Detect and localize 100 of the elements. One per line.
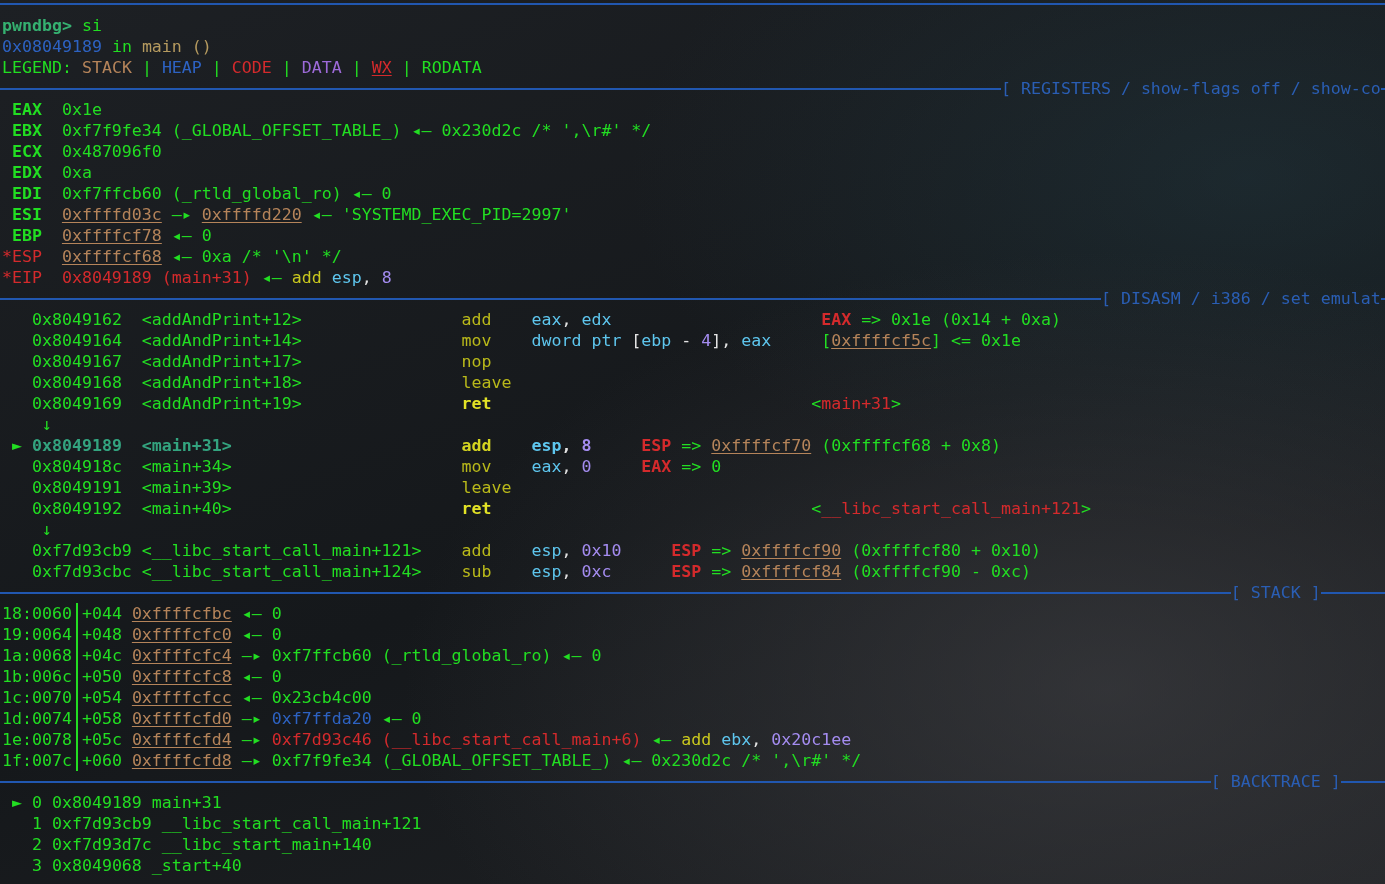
instruction-annotation: <__libc_start_call_main+121> — [811, 498, 1091, 519]
stack-slot-index: 1b:006c — [2, 666, 72, 687]
instruction-symbol: <main+34> — [141, 457, 232, 476]
frame-address: 0x8049068 — [51, 855, 142, 876]
register-name: EBP — [11, 225, 42, 246]
stack-offset: +048 — [81, 624, 122, 645]
register-name: *ESP — [2, 246, 42, 267]
stack-slot-index: 19:0064 — [2, 624, 72, 645]
instruction-mnemonic: mov — [461, 457, 492, 476]
stack-address: 0xffffcfcc — [131, 687, 232, 708]
stack-value: ◂— 0 — [241, 624, 282, 645]
instruction-mnemonic: ret — [461, 394, 492, 413]
stack-slot-index: 1e:0078 — [2, 729, 72, 750]
instruction-address: 0x8049191 — [31, 478, 122, 497]
instruction-address: 0x8049192 — [31, 499, 122, 518]
instruction-operands: esp, 8 — [531, 436, 592, 455]
stack-value: —▸ 0xf7ffcb60 (_rtld_global_ro) ◂— 0 — [241, 645, 602, 666]
instruction-symbol: <addAndPrint+14> — [141, 331, 302, 350]
stack-slot-index: 1c:0070 — [2, 687, 72, 708]
instruction-operands: esp, 0x10 — [531, 541, 622, 560]
instruction-address: 0x8049164 — [31, 331, 122, 350]
register-value: 0xffffcf78 ◂— 0 — [61, 225, 212, 246]
instruction-address: 0x8049167 — [31, 352, 122, 371]
instruction-address: 0x8049189 — [31, 436, 122, 455]
instruction-operands: eax, 0 — [531, 457, 592, 476]
register-name: EAX — [11, 99, 42, 120]
instruction-symbol: <addAndPrint+18> — [141, 373, 302, 392]
stack-slot-index: 1d:0074 — [2, 708, 72, 729]
stack-value: —▸ 0xf7ffda20 ◂— 0 — [241, 708, 422, 729]
branch-arrow: ↓ — [41, 519, 52, 540]
instruction-address: 0xf7d93cb9 — [31, 541, 132, 560]
instruction-annotation: <main+31> — [811, 393, 902, 414]
register-value: 0x1e — [61, 99, 102, 120]
instruction-annotation: ESP => 0xffffcf84 (0xffffcf90 - 0xc) — [671, 561, 1031, 582]
section-title: [ STACK ] — [1230, 582, 1321, 603]
register-value: 0xa — [61, 162, 92, 183]
register-name: ECX — [11, 141, 42, 162]
instruction-symbol: <__libc_start_call_main+121> — [141, 541, 422, 560]
instruction-annotation: EAX => 0x1e (0x14 + 0xa) — [821, 309, 1061, 330]
frame-address: 0x8049189 — [51, 792, 142, 813]
frame-number: 2 — [31, 834, 42, 855]
instruction-mnemonic: add — [461, 310, 492, 329]
stack-address: 0xffffcfd0 — [131, 708, 232, 729]
instruction-symbol: <main+39> — [141, 478, 232, 497]
instruction-address: 0x8049162 — [31, 310, 122, 329]
frame-symbol: __libc_start_main+140 — [161, 834, 372, 855]
stack-offset: +044 — [81, 603, 122, 624]
stack-value: ◂— 0 — [241, 603, 282, 624]
stack-offset: +060 — [81, 750, 122, 771]
instruction-symbol: <addAndPrint+12> — [141, 310, 302, 329]
instruction-annotation: [0xffffcf5c] <= 0x1e — [821, 330, 1021, 351]
stack-offset: +050 — [81, 666, 122, 687]
current-marker: ► — [12, 436, 22, 455]
stop-location-text: 0x08049189 in main () — [2, 36, 212, 57]
instruction-address: 0x8049169 — [31, 394, 122, 413]
instruction-symbol: <main+31> — [141, 436, 232, 455]
stack-address: 0xffffcfd4 — [131, 729, 232, 750]
stack-address: 0xffffcfd8 — [131, 750, 232, 771]
instruction-mnemonic: leave — [461, 478, 512, 497]
stack-value: —▸ 0xf7d93c46 (__libc_start_call_main+6) ◂— add ebx, 0x20c1ee — [241, 729, 852, 750]
frame-marker: ► — [12, 793, 22, 812]
frame-number: 0 — [31, 792, 42, 813]
stack-slot-index: 18:0060 — [2, 603, 72, 624]
frame-symbol: __libc_start_call_main+121 — [161, 813, 422, 834]
stack-value: ◂— 0x23cb4c00 — [241, 687, 372, 708]
instruction-symbol: <addAndPrint+19> — [141, 394, 302, 413]
section-title: [ REGISTERS / show-flags off / show-co — [1001, 78, 1381, 99]
stack-address: 0xffffcfc0 — [131, 624, 232, 645]
instruction-operands: dword ptr [ebp - 4], eax — [531, 331, 772, 350]
stack-slot-index: 1f:007c — [2, 750, 72, 771]
instruction-symbol: <addAndPrint+17> — [141, 352, 302, 371]
instruction-annotation: ESP => 0xffffcf70 (0xffffcf68 + 0x8) — [641, 435, 1002, 456]
instruction-mnemonic: nop — [461, 352, 492, 371]
stack-value: ◂— 0 — [241, 666, 282, 687]
instruction-symbol: <main+40> — [141, 499, 232, 518]
stack-offset: +058 — [81, 708, 122, 729]
register-name: ESI — [11, 204, 42, 225]
instruction-address: 0x8049168 — [31, 373, 122, 392]
frame-number: 3 — [31, 855, 42, 876]
stack-offset: +04c — [81, 645, 122, 666]
instruction-mnemonic: add — [461, 436, 492, 455]
instruction-address: 0xf7d93cbc — [31, 562, 132, 581]
register-value: 0xf7f9fe34 (_GLOBAL_OFFSET_TABLE_) ◂— 0x230d2c /* ',\r#' */ — [61, 120, 652, 141]
frame-number: 1 — [31, 813, 42, 834]
stack-slot-index: 1a:0068 — [2, 645, 72, 666]
register-name: *EIP — [2, 267, 42, 288]
register-value: 0xffffcf68 ◂— 0xa /* '\n' */ — [61, 246, 342, 267]
branch-arrow: ↓ — [41, 414, 52, 435]
instruction-mnemonic: ret — [461, 499, 492, 518]
frame-address: 0xf7d93d7c — [51, 834, 152, 855]
register-name: EDI — [11, 183, 42, 204]
register-value: 0x8049189 (main+31) ◂— add esp, 8 — [61, 267, 392, 288]
frame-symbol: _start+40 — [151, 855, 242, 876]
frame-address: 0xf7d93cb9 — [51, 813, 152, 834]
instruction-address: 0x804918c — [31, 457, 122, 476]
stack-address: 0xffffcfc8 — [131, 666, 232, 687]
section-title: [ BACKTRACE ] — [1210, 771, 1341, 792]
register-name: EDX — [11, 162, 42, 183]
instruction-mnemonic: mov — [461, 331, 492, 350]
command-text: si — [81, 15, 102, 36]
